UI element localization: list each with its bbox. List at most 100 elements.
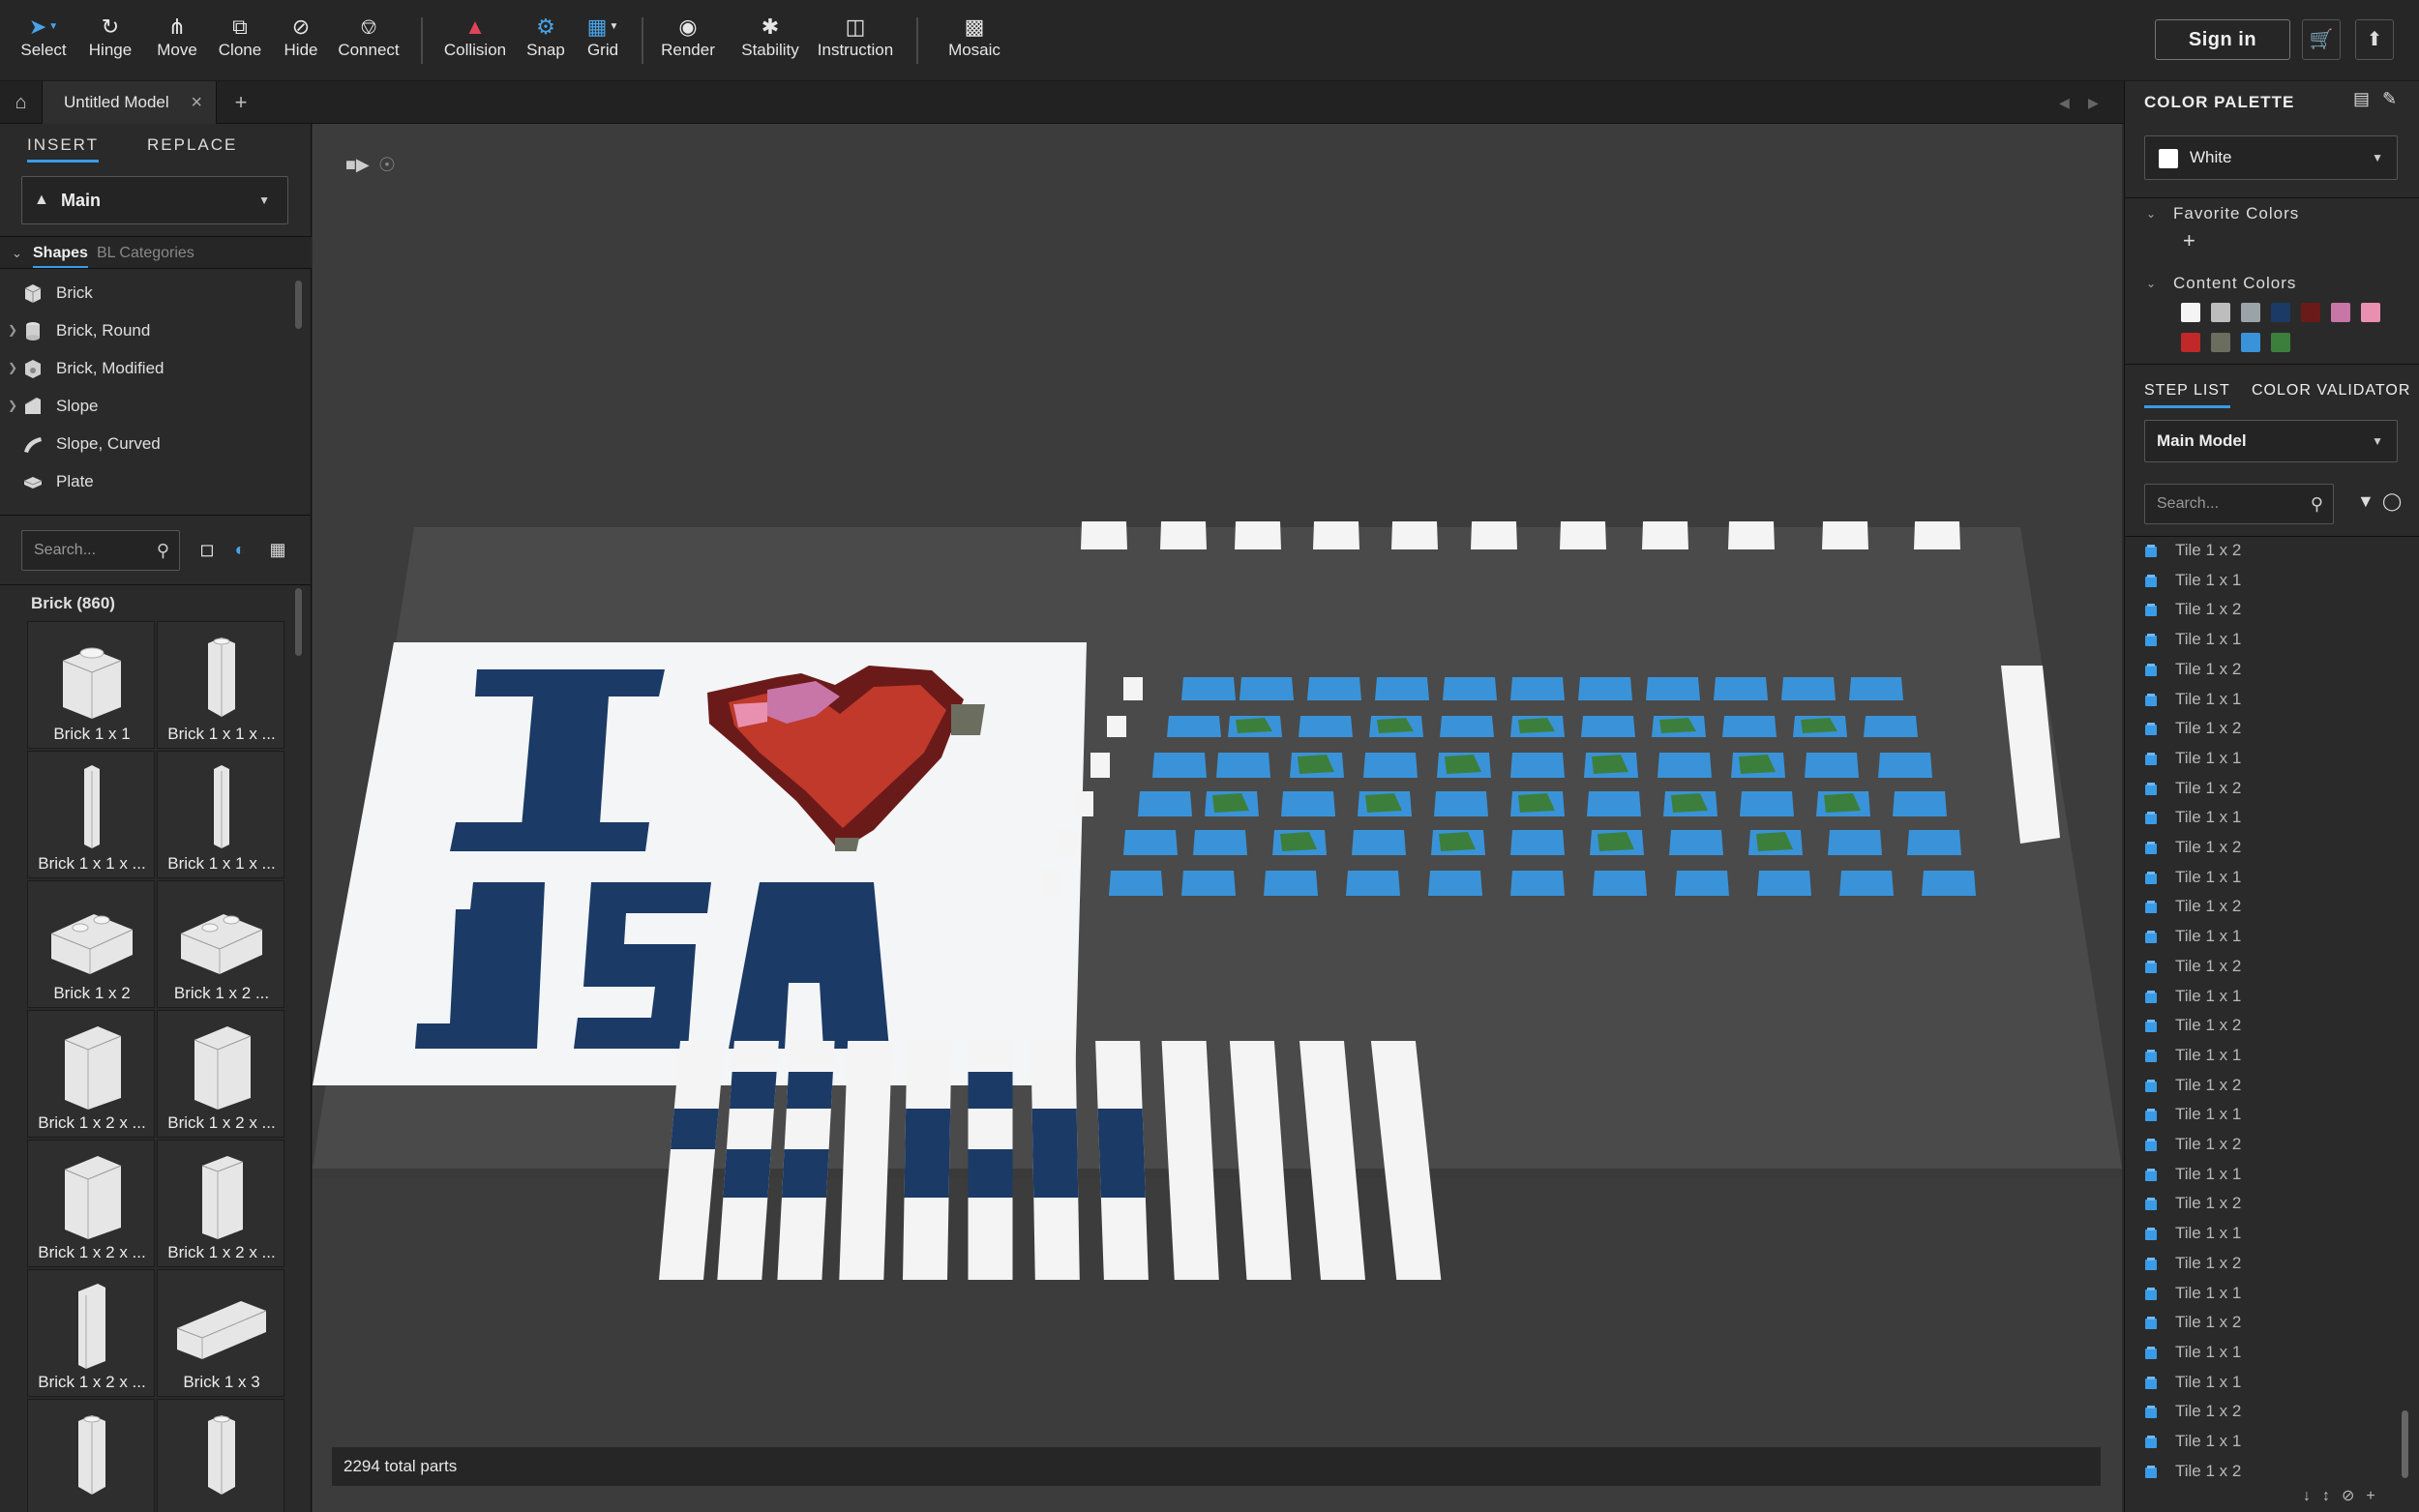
step-list-item[interactable]: Tile 1 x 2 xyxy=(2144,833,2396,863)
step-list-item[interactable]: Tile 1 x 1 xyxy=(2144,1338,2396,1368)
upload-button[interactable]: ⬆ xyxy=(2355,19,2394,60)
parts-scrollbar[interactable] xyxy=(295,588,302,656)
filter-icon[interactable]: ▼ xyxy=(2357,491,2374,512)
category-slope[interactable]: ❯ Slope xyxy=(0,387,290,425)
eyedropper-icon[interactable]: ✎ xyxy=(2382,89,2397,109)
step-list-item[interactable]: Tile 1 x 2 xyxy=(2144,1457,2396,1487)
3d-viewport[interactable] xyxy=(313,124,2122,1512)
step-list-item[interactable]: Tile 1 x 1 xyxy=(2144,566,2396,596)
step-list-item[interactable]: Tile 1 x 2 xyxy=(2144,536,2396,566)
orbit-icon[interactable]: ☉ xyxy=(378,153,396,177)
category-plate[interactable]: Plate xyxy=(0,462,290,500)
add-favorite-color-button[interactable]: + xyxy=(2183,228,2195,253)
content-colors-section[interactable]: ⌄ Content Colors xyxy=(2125,269,2419,298)
step-list-item[interactable]: Tile 1 x 1 xyxy=(2144,625,2396,655)
render-tool-button[interactable]: ◉ Render xyxy=(644,14,732,60)
view-options-icon[interactable]: ◯ xyxy=(2382,491,2402,512)
grid-tool-button[interactable]: ▦ ▼ Grid xyxy=(559,14,646,60)
part-group-dropdown[interactable]: ▲ Main ▼ xyxy=(21,176,288,224)
step-list-item[interactable]: Tile 1 x 1 xyxy=(2144,982,2396,1012)
part-card[interactable]: Brick 1 x 2 x ... xyxy=(27,1269,155,1397)
color-swatch[interactable] xyxy=(2241,333,2260,352)
step-list-item[interactable]: Tile 1 x 2 xyxy=(2144,1130,2396,1160)
step-list-item[interactable]: Tile 1 x 1 xyxy=(2144,744,2396,774)
step-list-item[interactable]: Tile 1 x 1 xyxy=(2144,863,2396,893)
category-brick[interactable]: Brick xyxy=(0,274,290,311)
close-tab-icon[interactable]: × xyxy=(191,81,202,124)
tab-color-validator[interactable]: COLOR VALIDATOR xyxy=(2252,373,2410,408)
step-list-item[interactable]: Tile 1 x 2 xyxy=(2144,952,2396,982)
color-swatch[interactable] xyxy=(2181,303,2200,322)
step-list-item[interactable]: Tile 1 x 1 xyxy=(2144,1041,2396,1071)
hide-all-icon[interactable]: ⊘ xyxy=(2342,1488,2366,1504)
color-swatch[interactable] xyxy=(2301,303,2320,322)
step-list-item[interactable]: Tile 1 x 2 xyxy=(2144,774,2396,804)
tab-untitled-model[interactable]: Untitled Model × xyxy=(43,81,217,124)
build-scene[interactable] xyxy=(313,124,2122,1512)
camera-icon[interactable]: ■▶ xyxy=(345,155,370,175)
category-brick-modified[interactable]: ❯ Brick, Modified xyxy=(0,349,290,387)
step-list-item[interactable]: Tile 1 x 2 xyxy=(2144,1308,2396,1338)
step-list-item[interactable]: Tile 1 x 1 xyxy=(2144,1279,2396,1309)
color-swatch[interactable] xyxy=(2211,303,2230,322)
chevron-right-icon[interactable]: ❯ xyxy=(8,349,17,387)
step-list-item[interactable]: Tile 1 x 1 xyxy=(2144,1100,2396,1130)
step-list-item[interactable]: Tile 1 x 2 xyxy=(2144,1011,2396,1041)
tab-step-list[interactable]: STEP LIST xyxy=(2144,373,2230,408)
step-list-item[interactable]: Tile 1 x 1 xyxy=(2144,922,2396,952)
step-list-item[interactable]: Tile 1 x 2 xyxy=(2144,1397,2396,1427)
instruction-tool-button[interactable]: ◫ Instruction xyxy=(812,14,899,60)
part-search-input[interactable]: Search... ⚲ xyxy=(21,530,180,571)
part-card[interactable]: Brick 1 x 2 xyxy=(27,880,155,1008)
step-list-item[interactable]: Tile 1 x 1 xyxy=(2144,803,2396,833)
connect-tool-button[interactable]: ⎊ Connect xyxy=(325,14,412,60)
add-step-icon[interactable]: + xyxy=(2366,1488,2386,1504)
mosaic-tool-button[interactable]: ▩ Mosaic xyxy=(931,14,1018,60)
part-card[interactable]: Brick 1 x 2 x ... xyxy=(27,1010,155,1138)
step-list-item[interactable]: Tile 1 x 2 xyxy=(2144,892,2396,922)
step-list-item[interactable]: Tile 1 x 2 xyxy=(2144,1071,2396,1101)
tab-bl-categories[interactable]: BL Categories xyxy=(97,237,194,270)
grid-view-icon[interactable]: ▦ xyxy=(266,538,289,561)
color-swatch[interactable] xyxy=(2211,333,2230,352)
part-card[interactable]: Brick 1 x 3 xyxy=(157,1269,284,1397)
part-card[interactable]: Brick 1 x 2 x ... xyxy=(157,1010,284,1138)
step-list-item[interactable]: Tile 1 x 1 xyxy=(2144,685,2396,715)
home-button[interactable]: ⌂ xyxy=(0,81,43,124)
paint-roller-icon[interactable]: ▤ xyxy=(2353,89,2370,109)
step-list-item[interactable]: Tile 1 x 1 xyxy=(2144,1368,2396,1398)
decorated-view-icon[interactable]: ◐ xyxy=(228,538,252,561)
step-list-item[interactable]: Tile 1 x 2 xyxy=(2144,1189,2396,1219)
tab-shapes[interactable]: Shapes xyxy=(33,237,88,268)
step-search-input[interactable]: Search... ⚲ xyxy=(2144,484,2334,524)
add-tab-button[interactable]: + xyxy=(226,81,255,124)
color-swatch[interactable] xyxy=(2241,303,2260,322)
step-list-item[interactable]: Tile 1 x 1 xyxy=(2144,1160,2396,1190)
step-list-item[interactable]: Tile 1 x 2 xyxy=(2144,714,2396,744)
part-card[interactable] xyxy=(27,1399,155,1512)
step-list-scrollbar[interactable] xyxy=(2402,1410,2408,1478)
step-list-item[interactable]: Tile 1 x 2 xyxy=(2144,1249,2396,1279)
cart-button[interactable]: 🛒 xyxy=(2302,19,2341,60)
color-swatch[interactable] xyxy=(2331,303,2350,322)
step-list-item[interactable]: Tile 1 x 1 xyxy=(2144,1219,2396,1249)
chevron-right-icon[interactable]: ❯ xyxy=(8,311,17,349)
part-card[interactable]: Brick 1 x 1 x ... xyxy=(157,621,284,749)
expand-icon[interactable]: ↕ xyxy=(2322,1488,2342,1504)
chevron-right-icon[interactable]: ▶ xyxy=(2088,81,2099,124)
model-select-dropdown[interactable]: Main Model ▼ xyxy=(2144,420,2398,462)
step-list-item[interactable]: Tile 1 x 2 xyxy=(2144,595,2396,625)
chevron-down-icon[interactable]: ⌄ xyxy=(12,237,22,270)
step-list-item[interactable]: Tile 1 x 2 xyxy=(2144,655,2396,685)
color-select-dropdown[interactable]: White ▼ xyxy=(2144,135,2398,180)
category-brick-round[interactable]: ❯ Brick, Round xyxy=(0,311,290,349)
part-card[interactable] xyxy=(157,1399,284,1512)
tab-insert[interactable]: INSERT xyxy=(27,124,100,163)
color-swatch[interactable] xyxy=(2271,333,2290,352)
color-swatch[interactable] xyxy=(2361,303,2380,322)
part-card[interactable]: Brick 1 x 1 xyxy=(27,621,155,749)
color-swatch[interactable] xyxy=(2271,303,2290,322)
color-swatch[interactable] xyxy=(2181,333,2200,352)
category-scrollbar[interactable] xyxy=(295,281,302,329)
color-view-icon[interactable]: ◻ xyxy=(195,538,219,561)
